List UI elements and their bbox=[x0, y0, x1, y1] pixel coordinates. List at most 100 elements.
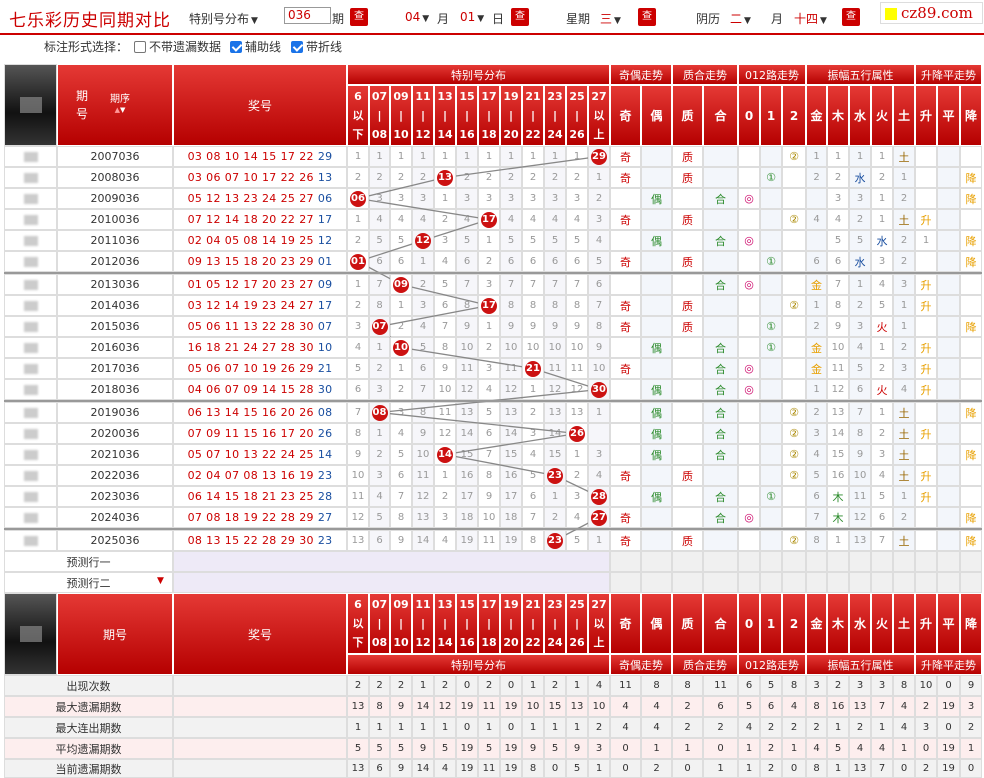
sub-header: 2 bbox=[782, 593, 806, 654]
distribution-cell: 5 bbox=[500, 230, 522, 251]
distribution-cell: 1 bbox=[390, 358, 412, 379]
group-header-bottom: 特别号分布 bbox=[347, 654, 610, 675]
range-label: 下 bbox=[352, 636, 364, 649]
attribute-cell: 1 bbox=[849, 274, 871, 295]
distribution-cell: 30 bbox=[588, 379, 610, 400]
period-cell: 2023036 bbox=[57, 486, 173, 507]
attribute-cell: 质 bbox=[672, 465, 703, 486]
stat-value: 5 bbox=[347, 738, 369, 759]
stat-value: 2 bbox=[760, 759, 782, 778]
range-header: 6 以下 bbox=[347, 85, 369, 146]
award-number: 05 bbox=[224, 234, 240, 247]
attribute-cell: ① bbox=[760, 337, 782, 358]
distribution-cell: 5 bbox=[566, 230, 588, 251]
prediction-input[interactable] bbox=[173, 572, 610, 593]
distribution-cell: 1 bbox=[390, 146, 412, 167]
prediction-cell bbox=[893, 572, 915, 593]
prediction-cell bbox=[871, 572, 893, 593]
attribute-cell: 土 bbox=[893, 423, 915, 444]
attribute-cell bbox=[782, 507, 806, 528]
distribution-cell: 1 bbox=[390, 295, 412, 316]
stat-value: 5 bbox=[478, 738, 500, 759]
attribute-cell: 奇 bbox=[610, 251, 641, 272]
attribute-cell bbox=[672, 230, 703, 251]
distribution-cell: 9 bbox=[412, 423, 434, 444]
stat-value: 0 bbox=[703, 738, 738, 759]
award-number: 26 bbox=[299, 406, 314, 419]
distribution-cell: 4 bbox=[412, 209, 434, 230]
award-number: 16 bbox=[280, 469, 296, 482]
distribution-cell: 2 bbox=[369, 167, 390, 188]
range-label: 23 bbox=[547, 90, 563, 103]
stat-value: 4 bbox=[806, 738, 827, 759]
award-number: 07 bbox=[224, 469, 240, 482]
attribute-cell bbox=[760, 444, 782, 465]
stat-value: 1 bbox=[434, 717, 456, 738]
stat-value: 13 bbox=[566, 696, 588, 717]
stat-value: 1 bbox=[412, 675, 434, 696]
special-ball: 26 bbox=[569, 425, 585, 442]
distribution-cell: 5 bbox=[347, 358, 369, 379]
attribute-cell bbox=[641, 295, 672, 316]
stat-value: 2 bbox=[544, 675, 566, 696]
header-avatar bbox=[4, 593, 57, 675]
award-number: 13 bbox=[206, 534, 221, 547]
attribute-cell bbox=[703, 167, 738, 188]
distribution-cell: 5 bbox=[566, 530, 588, 551]
distribution-cell: 8 bbox=[500, 295, 522, 316]
placeholder-icon bbox=[19, 626, 42, 642]
award-header-bottom: 奖号 bbox=[173, 593, 347, 675]
range-label: 17 bbox=[481, 90, 497, 103]
stat-value: 0 bbox=[500, 675, 522, 696]
award-number: 11 bbox=[224, 427, 240, 440]
arrow-down-icon[interactable]: ▼ bbox=[157, 576, 164, 586]
special-number: 13 bbox=[317, 171, 333, 184]
group-header-bottom: 升降平走势 bbox=[915, 654, 982, 675]
attribute-cell: 火 bbox=[871, 316, 893, 337]
prediction-cell bbox=[641, 572, 672, 593]
distribution-cell: 7 bbox=[478, 444, 500, 465]
attribute-cell: 6 bbox=[806, 251, 827, 272]
attribute-cell: 2 bbox=[893, 507, 915, 528]
stat-value: 19 bbox=[937, 759, 960, 778]
range-label: 6 bbox=[354, 598, 362, 611]
award-number: 05 bbox=[187, 192, 203, 205]
distribution-cell: 8 bbox=[478, 465, 500, 486]
sub-header: 偶 bbox=[641, 593, 672, 654]
attribute-cell bbox=[641, 316, 672, 337]
award-cell: 07 08 18 19 22 28 29 27 bbox=[173, 507, 347, 528]
attribute-cell: 2 bbox=[871, 358, 893, 379]
prediction-cell bbox=[738, 551, 760, 572]
attribute-cell bbox=[915, 402, 937, 423]
special-ball: 01 bbox=[350, 253, 366, 270]
attribute-cell: 1 bbox=[893, 167, 915, 188]
range-label: | bbox=[486, 109, 492, 122]
attribute-cell: 1 bbox=[806, 379, 827, 400]
distribution-cell: 21 bbox=[522, 358, 544, 379]
distribution-cell: 9 bbox=[478, 486, 500, 507]
stat-value: 5 bbox=[827, 738, 849, 759]
attribute-cell bbox=[760, 188, 782, 209]
special-ball: 08 bbox=[371, 404, 388, 421]
award-cell: 05 12 13 23 24 25 27 06 bbox=[173, 188, 347, 209]
group-header-bottom: 012路走势 bbox=[738, 654, 806, 675]
attribute-cell: 降 bbox=[960, 316, 982, 337]
prediction-cell bbox=[782, 572, 806, 593]
group-header: 奇偶走势 bbox=[610, 64, 672, 85]
distribution-cell: 2 bbox=[347, 167, 369, 188]
attribute-cell: 降 bbox=[960, 167, 982, 188]
stat-value: 4 bbox=[641, 696, 672, 717]
prediction-cell bbox=[672, 551, 703, 572]
distribution-cell: 3 bbox=[588, 209, 610, 230]
special-number: 10 bbox=[317, 341, 333, 354]
award-number: 23 bbox=[280, 490, 296, 503]
attribute-cell bbox=[641, 209, 672, 230]
attribute-cell: 偶 bbox=[641, 423, 672, 444]
stat-value: 1 bbox=[369, 717, 390, 738]
distribution-cell: 1 bbox=[347, 209, 369, 230]
prediction-input[interactable] bbox=[173, 551, 610, 572]
sort-button[interactable]: 期序 ▲▼ bbox=[110, 95, 130, 115]
range-label: | bbox=[377, 617, 382, 630]
distribution-cell: 10 bbox=[544, 337, 566, 358]
distribution-cell: 5 bbox=[390, 230, 412, 251]
